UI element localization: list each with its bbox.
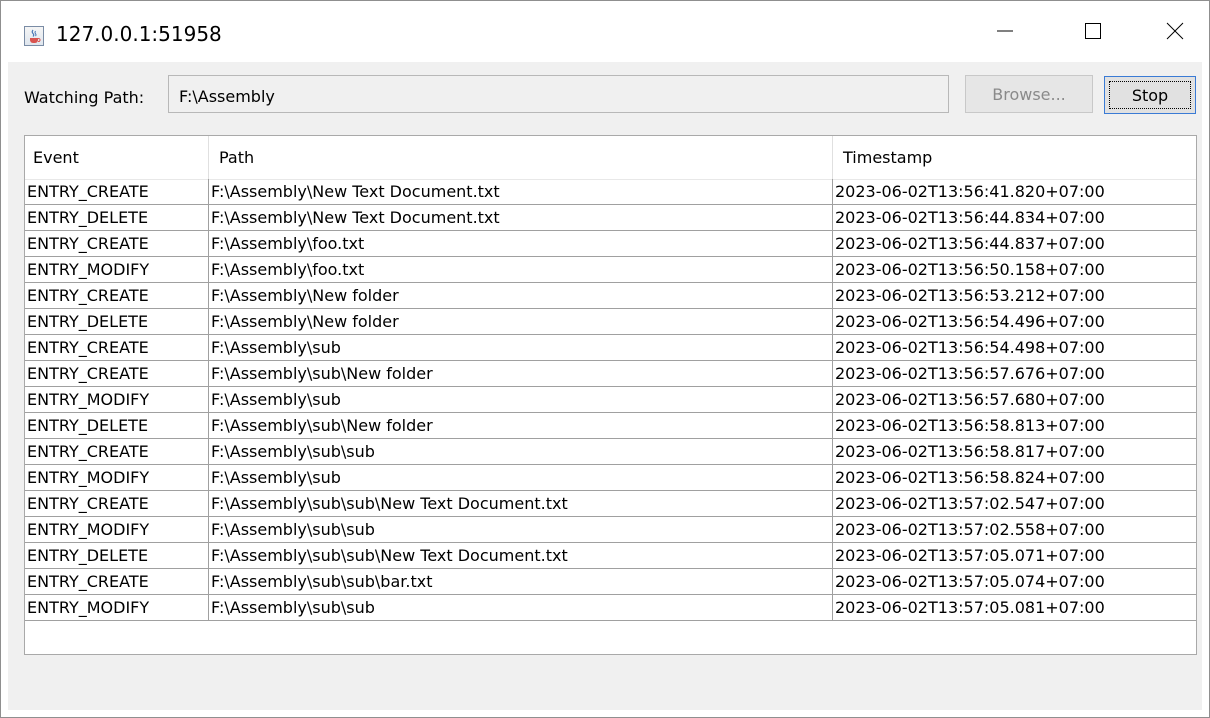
table-row[interactable]: ENTRY_DELETE F:\Assembly\New Text Documen… xyxy=(25,205,1196,231)
cell-timestamp: 2023-06-02T13:57:05.081+07:00 xyxy=(835,598,1105,617)
column-header-event[interactable]: Event xyxy=(25,136,209,179)
cell-event: ENTRY_CREATE xyxy=(25,283,209,308)
cell-event: ENTRY_DELETE xyxy=(25,413,209,438)
cell-path: F:\Assembly\sub\New folder xyxy=(209,361,833,386)
cell-event: ENTRY_CREATE xyxy=(25,439,209,464)
cell-path: F:\Assembly\New Text Document.txt xyxy=(209,205,833,230)
cell-path: F:\Assembly\sub\sub\New Text Document.tx… xyxy=(209,491,833,516)
window-title: 127.0.0.1:51958 xyxy=(56,22,222,46)
cell-event: ENTRY_CREATE xyxy=(25,491,209,516)
cell-event: ENTRY_MODIFY xyxy=(25,517,209,542)
cell-timestamp: 2023-06-02T13:56:41.820+07:00 xyxy=(835,182,1105,201)
table-header: Event Path Timestamp xyxy=(25,136,1196,180)
minimize-button[interactable] xyxy=(970,0,1040,62)
cell-event: ENTRY_MODIFY xyxy=(25,595,209,620)
events-table[interactable]: Event Path Timestamp ENTRY_CREATE F:\Asse… xyxy=(24,135,1197,655)
cell-timestamp: 2023-06-02T13:56:54.498+07:00 xyxy=(835,338,1105,357)
cell-event: ENTRY_CREATE xyxy=(25,335,209,360)
browse-button: Browse... xyxy=(965,75,1093,113)
cell-timestamp: 2023-06-02T13:57:05.071+07:00 xyxy=(835,546,1105,565)
cell-path: F:\Assembly\New folder xyxy=(209,309,833,334)
cell-path: F:\Assembly\sub xyxy=(209,465,833,490)
cell-path: F:\Assembly\sub\sub\New Text Document.tx… xyxy=(209,543,833,568)
cell-path: F:\Assembly\foo.txt xyxy=(209,231,833,256)
table-row[interactable]: ENTRY_CREATE F:\Assembly\sub\sub 2023-06-0… xyxy=(25,439,1196,465)
table-row[interactable]: ENTRY_CREATE F:\Assembly\New Text Documen… xyxy=(25,179,1196,205)
maximize-icon xyxy=(1085,23,1101,39)
cell-path: F:\Assembly\sub\New folder xyxy=(209,413,833,438)
table-row[interactable]: ENTRY_MODIFY F:\Assembly\sub 2023-06-02T13… xyxy=(25,387,1196,413)
cell-path: F:\Assembly\sub xyxy=(209,387,833,412)
watching-path-field: F:\Assembly xyxy=(168,75,949,113)
maximize-button[interactable] xyxy=(1058,0,1128,62)
cell-path: F:\Assembly\foo.txt xyxy=(209,257,833,282)
cell-event: ENTRY_DELETE xyxy=(25,205,209,230)
cell-path: F:\Assembly\sub xyxy=(209,335,833,360)
title-bar[interactable]: 127.0.0.1:51958 xyxy=(0,0,1210,62)
minimize-icon xyxy=(997,30,1013,32)
table-row[interactable]: ENTRY_DELETE F:\Assembly\sub\sub\New Text… xyxy=(25,543,1196,569)
cell-timestamp: 2023-06-02T13:56:58.813+07:00 xyxy=(835,416,1105,435)
cell-timestamp: 2023-06-02T13:56:50.158+07:00 xyxy=(835,260,1105,279)
client-area: Watching Path: F:\Assembly Browse... Sto… xyxy=(8,62,1202,710)
table-row[interactable]: ENTRY_DELETE F:\Assembly\New folder 2023-0… xyxy=(25,309,1196,335)
cell-timestamp: 2023-06-02T13:57:02.558+07:00 xyxy=(835,520,1105,539)
cell-timestamp: 2023-06-02T13:56:58.824+07:00 xyxy=(835,468,1105,487)
browse-button-label: Browse... xyxy=(992,84,1066,104)
cell-timestamp: 2023-06-02T13:56:57.680+07:00 xyxy=(835,390,1105,409)
table-row[interactable]: ENTRY_CREATE F:\Assembly\sub\sub\New Text… xyxy=(25,491,1196,517)
table-row[interactable]: ENTRY_MODIFY F:\Assembly\foo.txt 2023-06-0… xyxy=(25,257,1196,283)
column-header-path[interactable]: Path xyxy=(209,136,833,179)
app-window: 127.0.0.1:51958 Watching Path: F:\Assemb… xyxy=(0,0,1210,718)
cell-timestamp: 2023-06-02T13:56:53.212+07:00 xyxy=(835,286,1105,305)
table-row[interactable]: ENTRY_CREATE F:\Assembly\New folder 2023-0… xyxy=(25,283,1196,309)
cell-timestamp: 2023-06-02T13:56:44.834+07:00 xyxy=(835,208,1105,227)
cell-event: ENTRY_CREATE xyxy=(25,361,209,386)
table-row[interactable]: ENTRY_MODIFY F:\Assembly\sub\sub 2023-06-0… xyxy=(25,517,1196,543)
close-button[interactable] xyxy=(1140,0,1210,62)
cell-event: ENTRY_MODIFY xyxy=(25,257,209,282)
close-icon xyxy=(1166,22,1184,40)
table-row[interactable]: ENTRY_CREATE F:\Assembly\sub\New folder 20… xyxy=(25,361,1196,387)
cell-timestamp: 2023-06-02T13:57:05.074+07:00 xyxy=(835,572,1105,591)
cell-event: ENTRY_MODIFY xyxy=(25,465,209,490)
stop-button[interactable]: Stop xyxy=(1104,76,1196,114)
cell-event: ENTRY_CREATE xyxy=(25,231,209,256)
cell-path: F:\Assembly\New Text Document.txt xyxy=(209,179,833,204)
cell-path: F:\Assembly\sub\sub\bar.txt xyxy=(209,569,833,594)
table-row[interactable]: ENTRY_CREATE F:\Assembly\foo.txt 2023-06-0… xyxy=(25,231,1196,257)
cell-path: F:\Assembly\sub\sub xyxy=(209,517,833,542)
table-row[interactable]: ENTRY_DELETE F:\Assembly\sub\New folder 20… xyxy=(25,413,1196,439)
cell-event: ENTRY_CREATE xyxy=(25,179,209,204)
cell-timestamp: 2023-06-02T13:56:58.817+07:00 xyxy=(835,442,1105,461)
cell-timestamp: 2023-06-02T13:57:02.547+07:00 xyxy=(835,494,1105,513)
table-row[interactable]: ENTRY_CREATE F:\Assembly\sub 2023-06-02T13… xyxy=(25,335,1196,361)
cell-path: F:\Assembly\sub\sub xyxy=(209,595,833,620)
cell-path: F:\Assembly\sub\sub xyxy=(209,439,833,464)
cell-event: ENTRY_MODIFY xyxy=(25,387,209,412)
cell-event: ENTRY_DELETE xyxy=(25,543,209,568)
cell-timestamp: 2023-06-02T13:56:44.837+07:00 xyxy=(835,234,1105,253)
java-cup-icon xyxy=(24,26,44,46)
cell-event: ENTRY_CREATE xyxy=(25,569,209,594)
cell-path: F:\Assembly\New folder xyxy=(209,283,833,308)
table-row[interactable]: ENTRY_MODIFY F:\Assembly\sub 2023-06-02T13… xyxy=(25,465,1196,491)
watching-path-label: Watching Path: xyxy=(24,88,145,107)
cell-timestamp: 2023-06-02T13:56:54.496+07:00 xyxy=(835,312,1105,331)
cell-timestamp: 2023-06-02T13:56:57.676+07:00 xyxy=(835,364,1105,383)
stop-button-label: Stop xyxy=(1131,85,1169,105)
cell-event: ENTRY_DELETE xyxy=(25,309,209,334)
table-body: ENTRY_CREATE F:\Assembly\New Text Documen… xyxy=(25,179,1196,621)
table-row[interactable]: ENTRY_MODIFY F:\Assembly\sub\sub 2023-06-0… xyxy=(25,595,1196,621)
table-row[interactable]: ENTRY_CREATE F:\Assembly\sub\sub\bar.txt 2… xyxy=(25,569,1196,595)
column-header-timestamp[interactable]: Timestamp xyxy=(833,136,1196,179)
